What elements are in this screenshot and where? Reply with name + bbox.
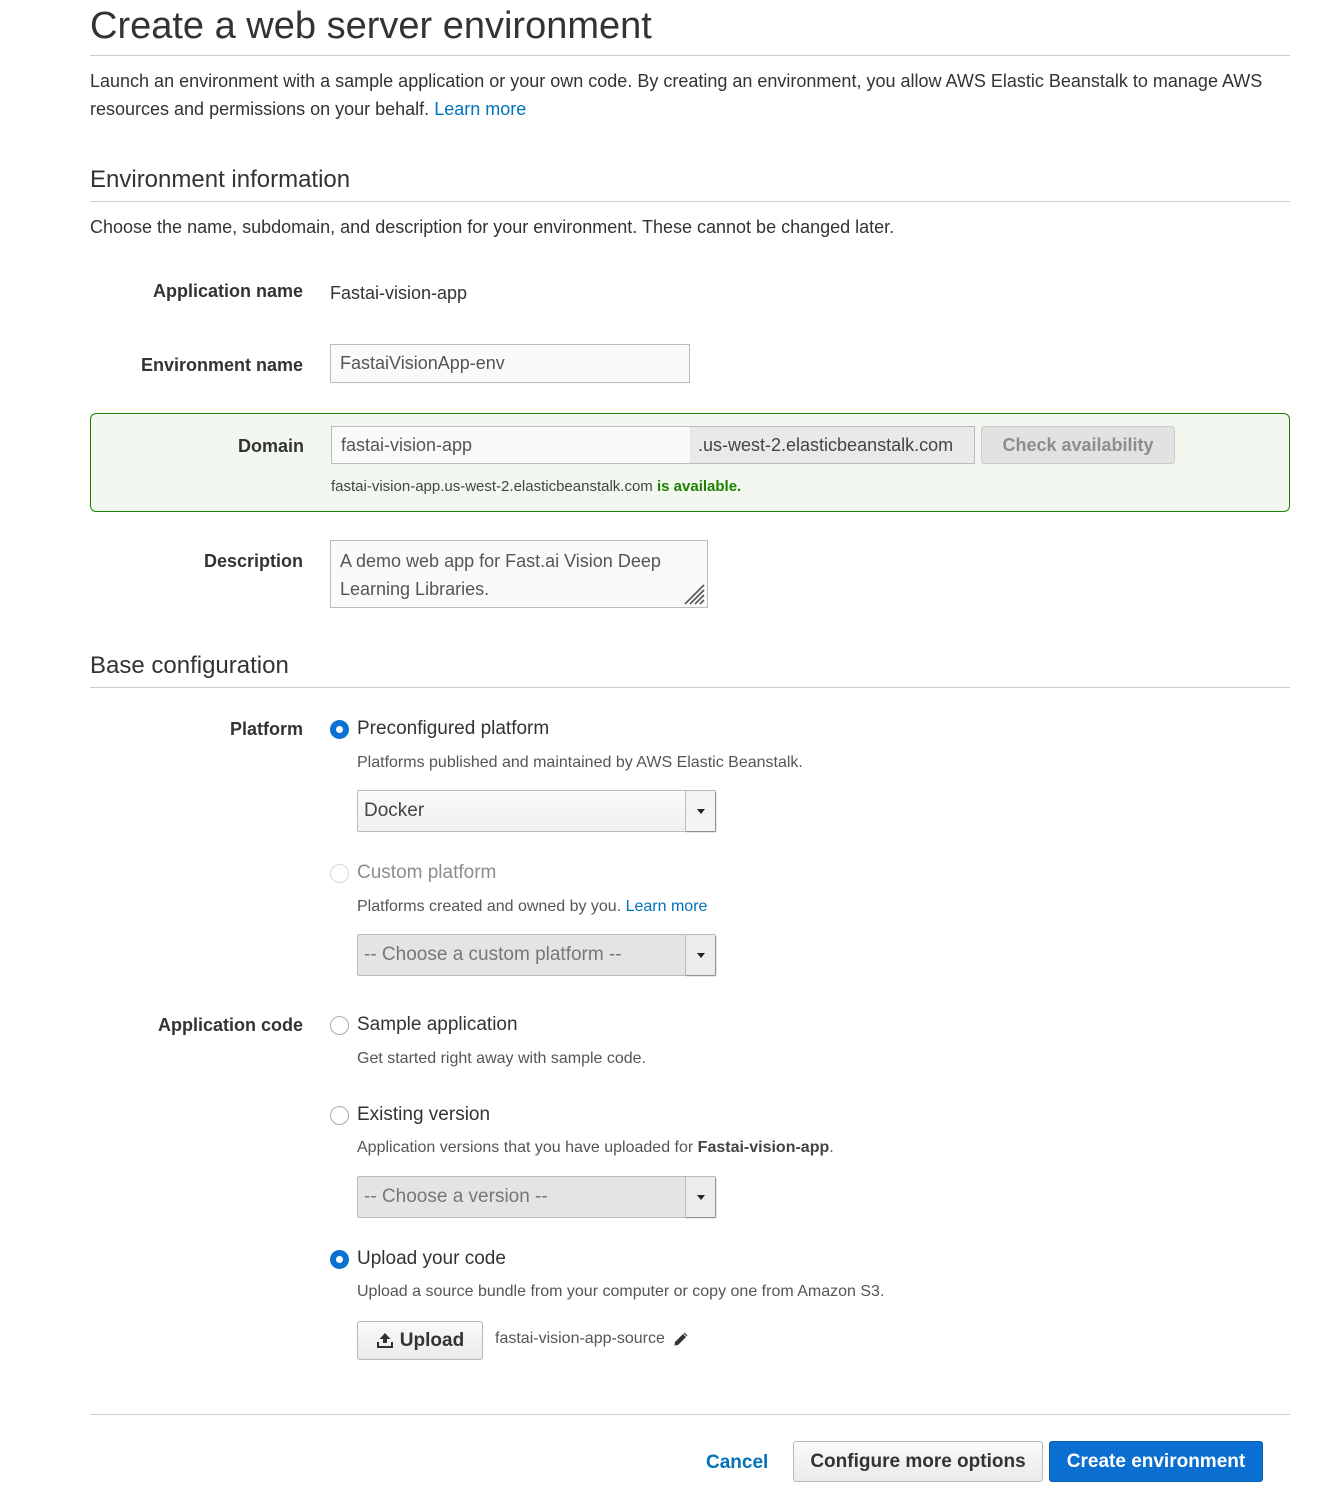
availability-domain: fastai-vision-app.us-west-2.elasticbeans… [331, 478, 653, 495]
version-select[interactable]: -- Choose a version -- [357, 1176, 716, 1218]
application-name-label: Application name [152, 281, 303, 301]
footer-divider [90, 1414, 1290, 1415]
custom-platform-radio[interactable] [330, 864, 349, 883]
existing-version-label[interactable]: Existing version [357, 1103, 490, 1127]
intro-text: Launch an environment with a sample appl… [90, 71, 1263, 119]
custom-platform-help-text: Platforms created and owned by you. [357, 898, 622, 915]
pencil-icon[interactable] [673, 1331, 689, 1347]
upload-button[interactable]: Upload [357, 1321, 483, 1360]
existing-version-help-text: Application versions that you have uploa… [357, 1139, 694, 1156]
upload-filename-text: fastai-vision-app-source [495, 1330, 665, 1347]
create-environment-page: Create a web server environment Launch a… [0, 0, 1318, 1510]
existing-version-help-app: Fastai-vision-app [697, 1139, 830, 1156]
sample-application-radio[interactable] [330, 1016, 349, 1035]
environment-info-description: Choose the name, subdomain, and descript… [90, 217, 895, 237]
existing-version-help-end: . [829, 1139, 834, 1156]
cancel-link[interactable]: Cancel [706, 1452, 768, 1474]
preconfigured-platform-help: Platforms published and maintained by AW… [357, 754, 803, 771]
create-environment-button[interactable]: Create environment [1049, 1441, 1263, 1482]
description-textarea[interactable]: A demo web app for Fast.ai Vision Deep L… [330, 540, 708, 608]
resize-grip-icon[interactable] [679, 579, 705, 605]
upload-button-label: Upload [399, 1329, 465, 1351]
check-availability-button[interactable]: Check availability [981, 426, 1175, 464]
domain-input[interactable]: fastai-vision-app [331, 426, 691, 464]
custom-platform-label[interactable]: Custom platform [357, 861, 496, 885]
domain-input-value: fastai-vision-app [341, 434, 473, 455]
application-code-label: Application code [157, 1015, 303, 1035]
upload-code-radio[interactable] [330, 1250, 349, 1269]
domain-suffix-text: .us-west-2.elasticbeanstalk.com [698, 434, 954, 455]
domain-suffix: .us-west-2.elasticbeanstalk.com [690, 426, 975, 464]
domain-label: Domain [237, 436, 304, 456]
environment-info-heading: Environment information [90, 166, 351, 193]
page-title: Create a web server environment [90, 5, 652, 47]
title-divider [90, 55, 1290, 56]
version-select-value: -- Choose a version -- [364, 1186, 548, 1207]
application-name-value: Fastai-vision-app [330, 283, 468, 303]
caret-down-icon [685, 791, 715, 831]
custom-platform-select[interactable]: -- Choose a custom platform -- [357, 934, 716, 976]
upload-code-label[interactable]: Upload your code [357, 1247, 506, 1271]
base-config-heading: Base configuration [90, 652, 289, 679]
preconfigured-platform-label[interactable]: Preconfigured platform [357, 717, 549, 741]
platform-select-value: Docker [364, 800, 425, 821]
base-config-divider [90, 687, 1290, 688]
platform-label: Platform [229, 719, 303, 739]
upload-icon [376, 1333, 393, 1348]
custom-platform-help: Platforms created and owned by you. Lear… [357, 896, 707, 918]
availability-status: is available. [656, 478, 742, 495]
preconfigured-platform-radio[interactable] [330, 720, 349, 739]
description-textarea-value: A demo web app for Fast.ai Vision Deep L… [340, 551, 661, 599]
description-label: Description [203, 551, 303, 571]
caret-down-icon [685, 1177, 715, 1217]
environment-info-divider [90, 201, 1290, 202]
environment-name-label: Environment name [140, 355, 303, 375]
custom-platform-select-value: -- Choose a custom platform -- [364, 944, 622, 965]
intro-learn-more-link[interactable]: Learn more [434, 99, 526, 119]
sample-application-help: Get started right away with sample code. [357, 1050, 647, 1067]
upload-filename: fastai-vision-app-source [495, 1330, 689, 1348]
availability-message: fastai-vision-app.us-west-2.elasticbeans… [331, 477, 741, 497]
sample-application-label[interactable]: Sample application [357, 1013, 518, 1037]
upload-code-help: Upload a source bundle from your compute… [357, 1283, 885, 1300]
platform-select[interactable]: Docker [357, 790, 716, 832]
intro-paragraph: Launch an environment with a sample appl… [90, 67, 1295, 123]
environment-name-input[interactable]: FastaiVisionApp-env [330, 344, 690, 383]
caret-down-icon [685, 935, 715, 975]
existing-version-help: Application versions that you have uploa… [357, 1137, 834, 1159]
environment-name-input-value: FastaiVisionApp-env [340, 353, 505, 373]
configure-more-options-button[interactable]: Configure more options [793, 1441, 1043, 1482]
custom-platform-learn-more-link[interactable]: Learn more [626, 898, 708, 915]
existing-version-radio[interactable] [330, 1106, 349, 1125]
